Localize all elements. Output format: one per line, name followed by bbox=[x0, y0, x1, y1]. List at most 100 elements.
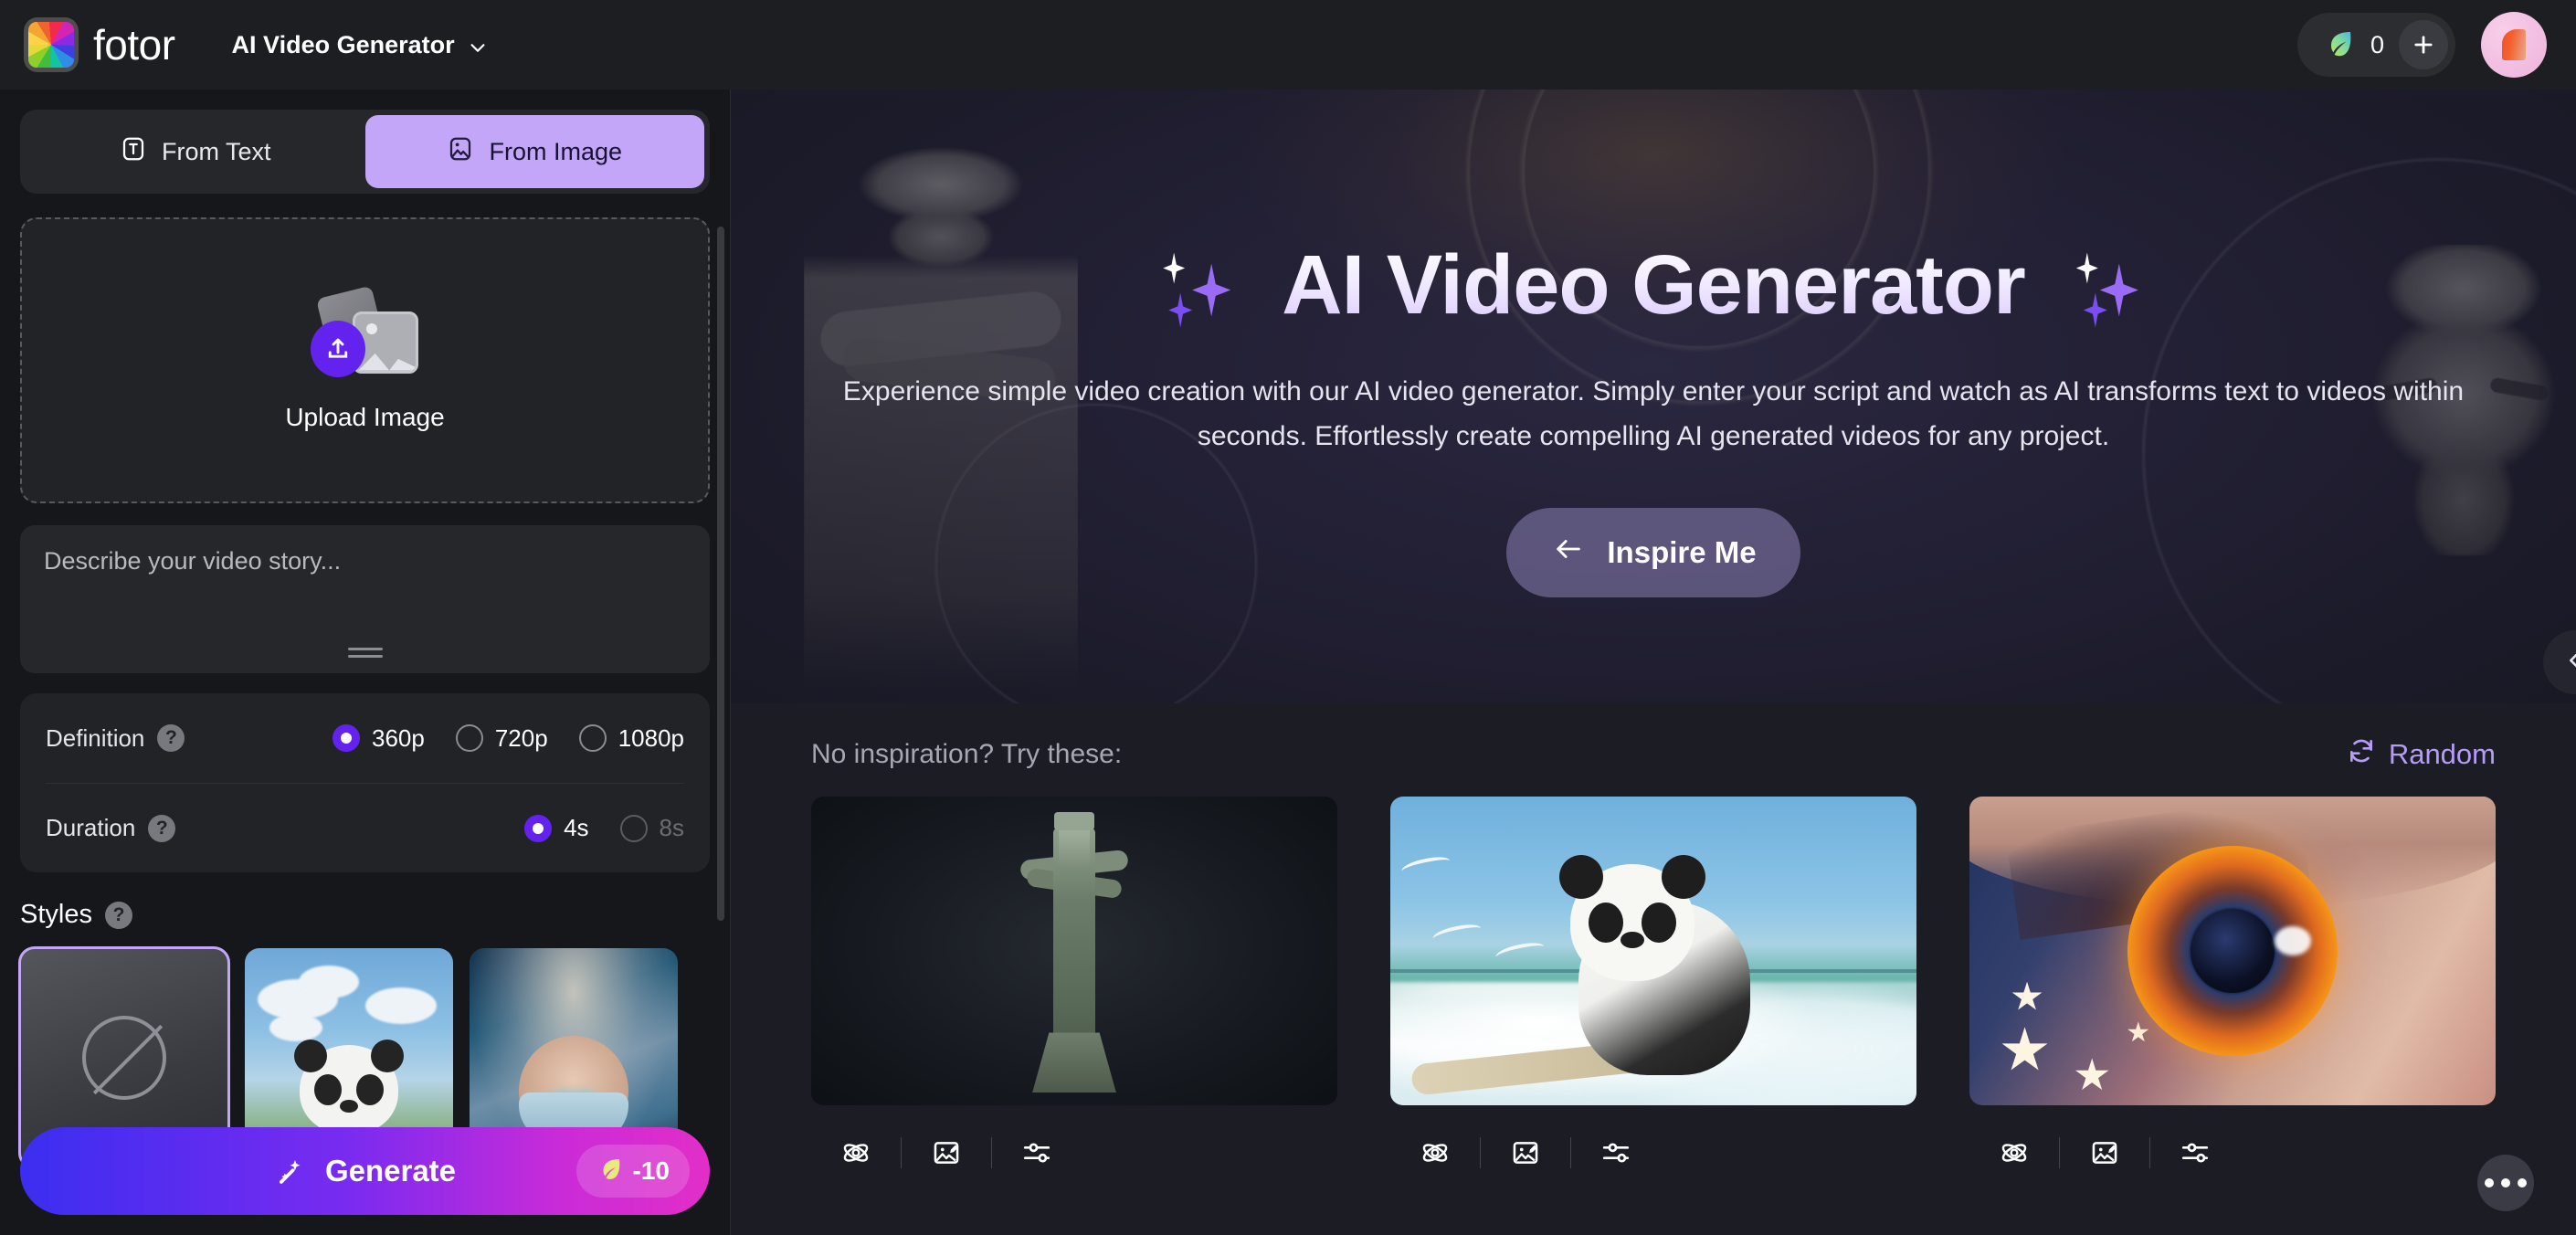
atom-magic-icon[interactable] bbox=[828, 1129, 884, 1177]
more-options-button[interactable] bbox=[2477, 1155, 2534, 1211]
definition-option-label: 360p bbox=[372, 723, 425, 752]
generate-button[interactable]: Generate -10 bbox=[20, 1127, 710, 1215]
upload-label: Upload Image bbox=[285, 402, 445, 431]
leaf-credit-icon bbox=[596, 1155, 624, 1188]
sliders-settings-icon[interactable] bbox=[1588, 1129, 1644, 1177]
radio-indicator bbox=[619, 814, 648, 842]
body: From Text From Image Upload Image Descri… bbox=[0, 90, 2576, 1235]
definition-options: 360p 720p 1080p bbox=[333, 724, 684, 753]
user-avatar[interactable] bbox=[2481, 12, 2547, 78]
avatar-graphic bbox=[2502, 29, 2526, 60]
duration-options: 4s 8s bbox=[524, 814, 684, 842]
tab-from-text[interactable]: From Text bbox=[26, 115, 365, 188]
more-dots-icon bbox=[2501, 1178, 2510, 1188]
gallery-heading: No inspiration? Try these: bbox=[811, 739, 1123, 769]
textarea-resize-handle[interactable] bbox=[347, 648, 383, 662]
atom-magic-icon[interactable] bbox=[1986, 1129, 2043, 1177]
divider bbox=[991, 1137, 992, 1168]
card-action-row bbox=[1390, 1129, 1916, 1177]
image-edit-icon[interactable] bbox=[2076, 1129, 2133, 1177]
duration-option-4s[interactable]: 4s bbox=[524, 814, 589, 842]
random-button[interactable]: Random bbox=[2347, 736, 2496, 773]
sliders-settings-icon[interactable] bbox=[1008, 1129, 1065, 1177]
left-panel: From Text From Image Upload Image Descri… bbox=[0, 90, 731, 1235]
help-circle-icon[interactable]: ? bbox=[104, 901, 132, 929]
generate-cost-badge: -10 bbox=[575, 1145, 690, 1198]
sparkle-diamond-icon bbox=[1161, 240, 1262, 332]
radio-indicator bbox=[455, 724, 483, 752]
plus-icon[interactable] bbox=[2399, 20, 2448, 69]
generate-label: Generate bbox=[324, 1154, 457, 1188]
cosmic-eye-thumbnail[interactable] bbox=[1969, 797, 2496, 1105]
hero-banner: AI Video Generator Experience simple vid… bbox=[731, 90, 2576, 703]
generate-bar: Generate -10 bbox=[0, 1127, 730, 1235]
options-card: Definition ? 360p 720p 1080p Duration ? … bbox=[20, 693, 710, 872]
brand-logo[interactable]: fotor bbox=[24, 17, 175, 72]
hero-inner: AI Video Generator Experience simple vid… bbox=[731, 90, 2576, 703]
bronze-statue-thumbnail[interactable] bbox=[811, 797, 1337, 1105]
app-root: fotor AI Video Generator 0 From Text Fro… bbox=[0, 0, 2576, 1235]
help-circle-icon[interactable]: ? bbox=[148, 814, 176, 842]
inspire-me-button[interactable]: Inspire Me bbox=[1506, 508, 1800, 598]
image-box-icon bbox=[447, 135, 474, 169]
divider bbox=[2059, 1137, 2060, 1168]
definition-row: Definition ? 360p 720p 1080p bbox=[46, 693, 684, 783]
no-style-icon bbox=[82, 1016, 166, 1100]
hero-title-row: AI Video Generator bbox=[1161, 238, 2146, 333]
image-edit-icon[interactable] bbox=[918, 1129, 975, 1177]
text-box-icon bbox=[120, 135, 147, 169]
tab-from-text-label: From Text bbox=[161, 137, 271, 165]
leaf-credit-icon bbox=[2323, 26, 2356, 64]
arrow-left-icon bbox=[1550, 533, 1587, 572]
page-title: AI Video Generator bbox=[1282, 238, 2026, 332]
inspire-me-label: Inspire Me bbox=[1607, 535, 1757, 570]
duration-option-label: 8s bbox=[659, 814, 684, 841]
more-dots-icon bbox=[2518, 1178, 2527, 1188]
radio-indicator bbox=[578, 724, 607, 752]
story-placeholder: Describe your video story... bbox=[44, 547, 342, 575]
card-action-row bbox=[811, 1129, 1337, 1177]
definition-option-1080p[interactable]: 1080p bbox=[578, 723, 684, 753]
duration-option-label: 4s bbox=[564, 814, 589, 841]
left-panel-scrollbar[interactable] bbox=[717, 227, 724, 921]
inspiration-gallery: No inspiration? Try these: Random bbox=[731, 703, 2576, 1235]
help-circle-icon[interactable]: ? bbox=[157, 724, 185, 752]
source-tabs: From Text From Image bbox=[20, 110, 710, 194]
upload-image-dropzone[interactable]: Upload Image bbox=[20, 217, 710, 503]
definition-label-group: Definition ? bbox=[46, 724, 185, 753]
fotor-color-wheel-logo-icon bbox=[24, 17, 79, 72]
tab-from-image-label: From Image bbox=[489, 137, 623, 165]
definition-option-720p[interactable]: 720p bbox=[455, 724, 548, 753]
duration-option-8s: 8s bbox=[619, 814, 684, 842]
left-panel-scroll: From Text From Image Upload Image Descri… bbox=[0, 90, 730, 1235]
top-bar: fotor AI Video Generator 0 bbox=[0, 0, 2576, 90]
story-input[interactable]: Describe your video story... bbox=[20, 525, 710, 673]
brand-name: fotor bbox=[93, 21, 175, 69]
inspiration-card bbox=[811, 797, 1337, 1177]
image-edit-icon[interactable] bbox=[1497, 1129, 1554, 1177]
definition-option-360p[interactable]: 360p bbox=[333, 724, 425, 753]
divider bbox=[1480, 1137, 1481, 1168]
gallery-header: No inspiration? Try these: Random bbox=[811, 736, 2496, 773]
inspiration-card bbox=[1390, 797, 1916, 1177]
more-dots-icon bbox=[2485, 1178, 2494, 1188]
radio-indicator bbox=[524, 814, 553, 842]
app-switcher[interactable]: AI Video Generator bbox=[232, 31, 488, 59]
atom-magic-icon[interactable] bbox=[1407, 1129, 1463, 1177]
surfing-panda-thumbnail[interactable] bbox=[1390, 797, 1916, 1105]
card-action-row bbox=[1969, 1129, 2496, 1177]
generate-cost-value: -10 bbox=[632, 1156, 670, 1185]
chevron-down-icon bbox=[468, 36, 488, 56]
tab-from-image[interactable]: From Image bbox=[364, 115, 704, 188]
random-label: Random bbox=[2388, 738, 2496, 770]
sliders-settings-icon[interactable] bbox=[2167, 1129, 2223, 1177]
divider bbox=[2149, 1137, 2150, 1168]
styles-header: Styles ? bbox=[20, 900, 710, 930]
refresh-icon bbox=[2347, 736, 2376, 773]
inspiration-card bbox=[1969, 797, 2496, 1177]
inspiration-cards bbox=[811, 797, 2496, 1177]
definition-option-label: 1080p bbox=[618, 723, 684, 752]
divider bbox=[1570, 1137, 1571, 1168]
panda-head bbox=[294, 1039, 404, 1135]
credits-pill[interactable]: 0 bbox=[2296, 13, 2455, 77]
